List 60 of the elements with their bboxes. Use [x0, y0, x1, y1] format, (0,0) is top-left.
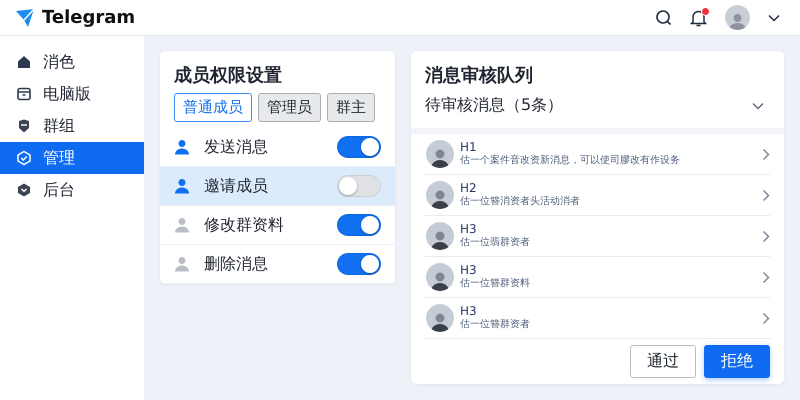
role-tab[interactable]: 普通成员: [174, 93, 252, 122]
sender-name: H3: [460, 222, 478, 237]
permission-label: 发送消息: [204, 136, 269, 158]
toggle-switch[interactable]: [337, 214, 381, 236]
sender-name: H3: [460, 304, 478, 319]
permission-row[interactable]: 邀请成员: [160, 167, 395, 206]
reject-button[interactable]: 拒绝: [704, 345, 770, 378]
toggle-switch[interactable]: [337, 136, 381, 158]
sender-name: H2: [460, 181, 478, 196]
avatar-icon: [426, 222, 454, 250]
message-preview: 估一位簪群资料: [460, 278, 531, 291]
message-row[interactable]: H3 估一位簪群资料: [425, 257, 770, 298]
sidebar-item[interactable]: 消色: [0, 46, 144, 78]
message-preview: 估一个案件音改资新消息，可以使司膠改有作设务: [460, 155, 681, 168]
avatar-icon: [426, 304, 454, 332]
permission-row[interactable]: 删除消息: [160, 245, 395, 284]
message-row[interactable]: H2 估一位簪消资者头活动消者: [425, 175, 770, 216]
permission-row[interactable]: 修改群资料: [160, 206, 395, 245]
card-title: 消息审核队列: [424, 64, 534, 88]
message-row[interactable]: H1 估一个案件音改资新消息，可以使司膠改有作设务: [425, 134, 770, 175]
box-icon: [16, 86, 32, 102]
avatar-icon[interactable]: [725, 5, 750, 30]
section-title: 待审核消息（5条）: [425, 95, 564, 116]
permission-label: 修改群资料: [204, 214, 285, 236]
role-tab[interactable]: 群主: [327, 93, 375, 122]
home-icon: [16, 54, 32, 70]
avatar-icon: [426, 181, 454, 209]
avatar-icon: [426, 263, 454, 291]
sidebar-item[interactable]: 群组: [0, 110, 144, 142]
shield-icon: [16, 118, 32, 134]
chevron-right-icon: [762, 312, 770, 324]
message-preview: 估一位簪群资者: [460, 319, 531, 332]
sidebar-item[interactable]: 后台: [0, 174, 144, 206]
card-title: 成员权限设置: [172, 64, 283, 88]
toggle-switch[interactable]: [337, 253, 381, 275]
chevron-down-icon[interactable]: [768, 14, 780, 22]
message-row[interactable]: H3 估一位簪群资者: [425, 298, 770, 339]
message-row[interactable]: H3 估一位翡群资者: [425, 216, 770, 257]
avatar-icon: [426, 140, 454, 168]
brand-name: Telegram: [42, 7, 136, 28]
search-icon[interactable]: [655, 9, 672, 26]
chevron-right-icon: [762, 148, 770, 160]
chevron-right-icon: [762, 270, 770, 284]
sender-name: H1: [460, 140, 478, 155]
sender-name: H3: [460, 263, 478, 278]
sidebar-item[interactable]: 管理: [0, 142, 144, 174]
approve-button[interactable]: 通过: [630, 345, 696, 378]
bell-icon[interactable]: [690, 8, 707, 26]
permission-label: 删除消息: [204, 254, 269, 274]
logo-icon: [14, 6, 36, 28]
hexagon-icon: [16, 182, 32, 198]
sidebar-item[interactable]: 电脑版: [0, 78, 144, 110]
chevron-right-icon: [762, 188, 770, 202]
chevron-right-icon: [762, 230, 770, 242]
message-preview: 估一位簪消资者头活动消者: [460, 196, 581, 209]
permission-label: 邀请成员: [204, 176, 269, 196]
role-tab[interactable]: 管理员: [258, 93, 321, 122]
toggle-switch[interactable]: [337, 175, 381, 197]
check-shield-icon: [16, 150, 32, 166]
message-preview: 估一位翡群资者: [460, 237, 531, 250]
